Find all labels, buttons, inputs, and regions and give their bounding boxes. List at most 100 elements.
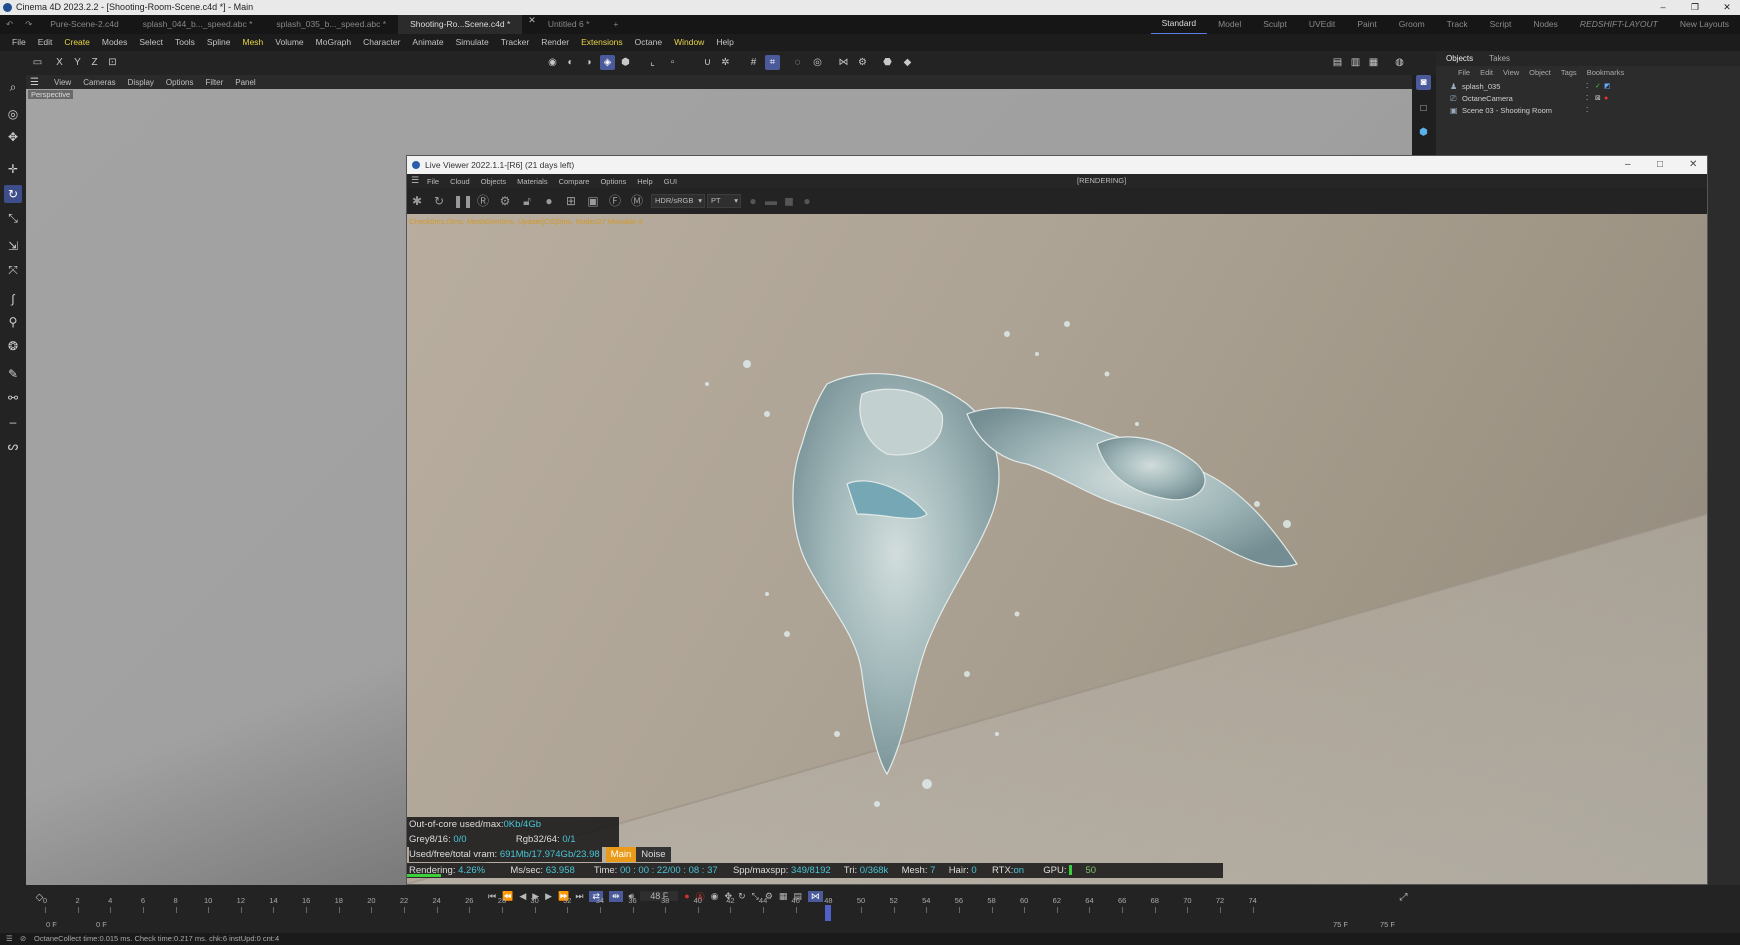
visibility-dots-icon[interactable]: ⁚ [1586, 95, 1592, 103]
doc-tab-4[interactable]: Untitled 6 * [536, 15, 602, 34]
timeline-ruler[interactable]: 0 2 4 6 8 10 12 14 16 18 20 22 24 26 28 30 32 34 36 38 40 42 4… [40, 896, 1400, 921]
grid-snap-icon[interactable]: # [746, 55, 761, 70]
menu-octane[interactable]: Octane [629, 34, 668, 51]
menu-extensions[interactable]: Extensions [575, 34, 629, 51]
octane-icon[interactable]: ⬣ [880, 55, 895, 70]
menu-edit[interactable]: Edit [32, 34, 59, 51]
layout-tab-4[interactable]: Paint [1346, 15, 1387, 34]
record-dot-icon[interactable]: ● [745, 193, 761, 209]
color-mode-select[interactable]: HDR/sRGB ▾ [651, 194, 705, 208]
layout-tab-2[interactable]: Sculpt [1252, 15, 1298, 34]
lv-menu-compare[interactable]: Compare [559, 177, 590, 186]
menu-window[interactable]: Window [668, 34, 710, 51]
render-output[interactable]: Check0ms./0ms. MeshGen0ms. Update[CG]0ms… [407, 214, 1707, 884]
clapper-icon[interactable]: ▤ [1330, 55, 1345, 70]
knife-tool-icon[interactable]: ⚲ [4, 313, 22, 331]
camera-snapshot-icon[interactable]: ◼ [781, 193, 797, 209]
lv-menu-objects[interactable]: Objects [481, 177, 506, 186]
menu-animate[interactable]: Animate [406, 34, 449, 51]
camera-tag-icon[interactable]: ⊠ [1595, 95, 1601, 103]
material-picker-icon[interactable]: Ⓜ [629, 193, 645, 209]
menu-render[interactable]: Render [535, 34, 575, 51]
object-row[interactable]: ⎚ OctaneCamera ⁚ ⊠ ● [1450, 93, 1740, 105]
lv-menu-materials[interactable]: Materials [517, 177, 547, 186]
lv-menu-options[interactable]: Options [600, 177, 626, 186]
render-active-icon[interactable]: ▥ [1348, 55, 1363, 70]
layout-tab-10[interactable]: New Layouts [1669, 15, 1740, 34]
menu-tools[interactable]: Tools [169, 34, 201, 51]
selection-tool-icon[interactable]: ✥ [4, 128, 22, 146]
snap-icon[interactable]: ⌗ [765, 55, 780, 70]
info-dot-icon[interactable]: ● [799, 193, 815, 209]
menu-mograph[interactable]: MoGraph [310, 34, 357, 51]
object-row[interactable]: ▣ Scene 03 - Shooting Room ⁚ [1450, 105, 1740, 117]
pause-render-icon[interactable]: ❚❚ [453, 193, 473, 209]
close-tab-icon[interactable]: ✕ [528, 15, 536, 34]
edges-mode-icon[interactable]: ◑ [581, 55, 596, 70]
objects-menu-object[interactable]: Object [1529, 68, 1551, 77]
timeline-playhead[interactable] [825, 905, 832, 921]
doc-tab-0[interactable]: Pure-Scene-2.c4d [38, 15, 131, 34]
layout-tab-3[interactable]: UVEdit [1298, 15, 1346, 34]
render-region-icon[interactable]: ◌ [790, 55, 805, 70]
layout-tab-5[interactable]: Groom [1388, 15, 1436, 34]
soft-selection-icon[interactable]: ✲ [718, 55, 733, 70]
send-scene-icon[interactable]: ✱ [409, 193, 425, 209]
focus-picker-icon[interactable]: Ⓕ [607, 193, 623, 209]
lock-icon[interactable]: 🔓︎ [519, 193, 535, 209]
objects-tab-objects[interactable]: Objects [1446, 54, 1473, 63]
objects-tab-takes[interactable]: Takes [1489, 54, 1510, 63]
render-settings-icon[interactable]: ▦ [1366, 55, 1381, 70]
status-menu-icon[interactable]: ☰ [6, 933, 13, 945]
clay-mode-icon[interactable]: ▣ [585, 193, 601, 209]
objects-menu-view[interactable]: View [1503, 68, 1519, 77]
menu-simulate[interactable]: Simulate [450, 34, 495, 51]
lv-minimize-icon[interactable]: – [1625, 156, 1631, 174]
lv-hamburger-icon[interactable]: ☰ [411, 175, 419, 186]
tag-icon[interactable]: ◩ [1604, 83, 1611, 91]
menu-character[interactable]: Character [357, 34, 406, 51]
preview-end-field[interactable]: 75 F [1333, 920, 1348, 929]
viewport-menu-display[interactable]: Display [122, 78, 160, 87]
visibility-dots-icon[interactable]: ⁚ [1586, 83, 1592, 91]
viewport-menu-options[interactable]: Options [160, 78, 200, 87]
menu-select[interactable]: Select [133, 34, 169, 51]
axis-x-button[interactable]: X [52, 55, 67, 70]
restart-render-icon[interactable]: ↻ [431, 193, 447, 209]
menu-tracker[interactable]: Tracker [495, 34, 536, 51]
doc-tab-3[interactable]: Shooting-Ro...Scene.c4d * [398, 15, 523, 34]
render-region-r-icon[interactable]: Ⓡ [475, 193, 491, 209]
menu-modes[interactable]: Modes [96, 34, 134, 51]
coordinate-system-icon[interactable]: ⊡ [105, 55, 120, 70]
axis-y-button[interactable]: Y [70, 55, 85, 70]
move-tool-icon[interactable]: ✛ [4, 160, 22, 178]
maximize-icon[interactable]: ❐ [1688, 0, 1702, 15]
magnet-icon[interactable]: ∪ [700, 55, 715, 70]
eyedropper-icon[interactable]: ⚯ [4, 389, 22, 407]
objects-menu-tags[interactable]: Tags [1561, 68, 1577, 77]
disabled-icon[interactable]: ● [1604, 95, 1610, 103]
scale-tool-icon[interactable]: ⤡ [4, 209, 22, 227]
live-selection-icon[interactable]: ◎ [4, 105, 22, 123]
menu-volume[interactable]: Volume [269, 34, 309, 51]
lv-menu-cloud[interactable]: Cloud [450, 177, 470, 186]
close-icon[interactable]: ✕ [1720, 0, 1734, 15]
perspective-label[interactable]: Perspective [28, 90, 74, 99]
viewport-menu-cameras[interactable]: Cameras [77, 78, 121, 87]
sculpt-brush-icon[interactable]: ❂ [4, 337, 22, 355]
symmetry-icon[interactable]: ⋈ [836, 55, 851, 70]
axis-lock-icon[interactable]: ▫ [665, 55, 680, 70]
objects-menu-edit[interactable]: Edit [1480, 68, 1493, 77]
lv-menu-help[interactable]: Help [637, 177, 652, 186]
enabled-check-icon[interactable]: ✓ [1595, 83, 1601, 91]
objects-menu-bookmarks[interactable]: Bookmarks [1587, 68, 1625, 77]
search-icon[interactable]: ⌕ [4, 78, 22, 96]
menu-spline[interactable]: Spline [201, 34, 237, 51]
preview-start-field[interactable]: 0 F [96, 920, 107, 929]
new-tab-icon[interactable]: + [601, 15, 630, 34]
multi-transform-icon[interactable]: ⤧ [4, 261, 22, 279]
polygons-mode-icon[interactable]: ⬢ [618, 55, 633, 70]
noise-pass-tag[interactable]: Noise [636, 847, 671, 862]
lv-settings-gear-icon[interactable]: ⚙ [497, 193, 513, 209]
transform-tool-icon[interactable]: ⇲ [4, 237, 22, 255]
